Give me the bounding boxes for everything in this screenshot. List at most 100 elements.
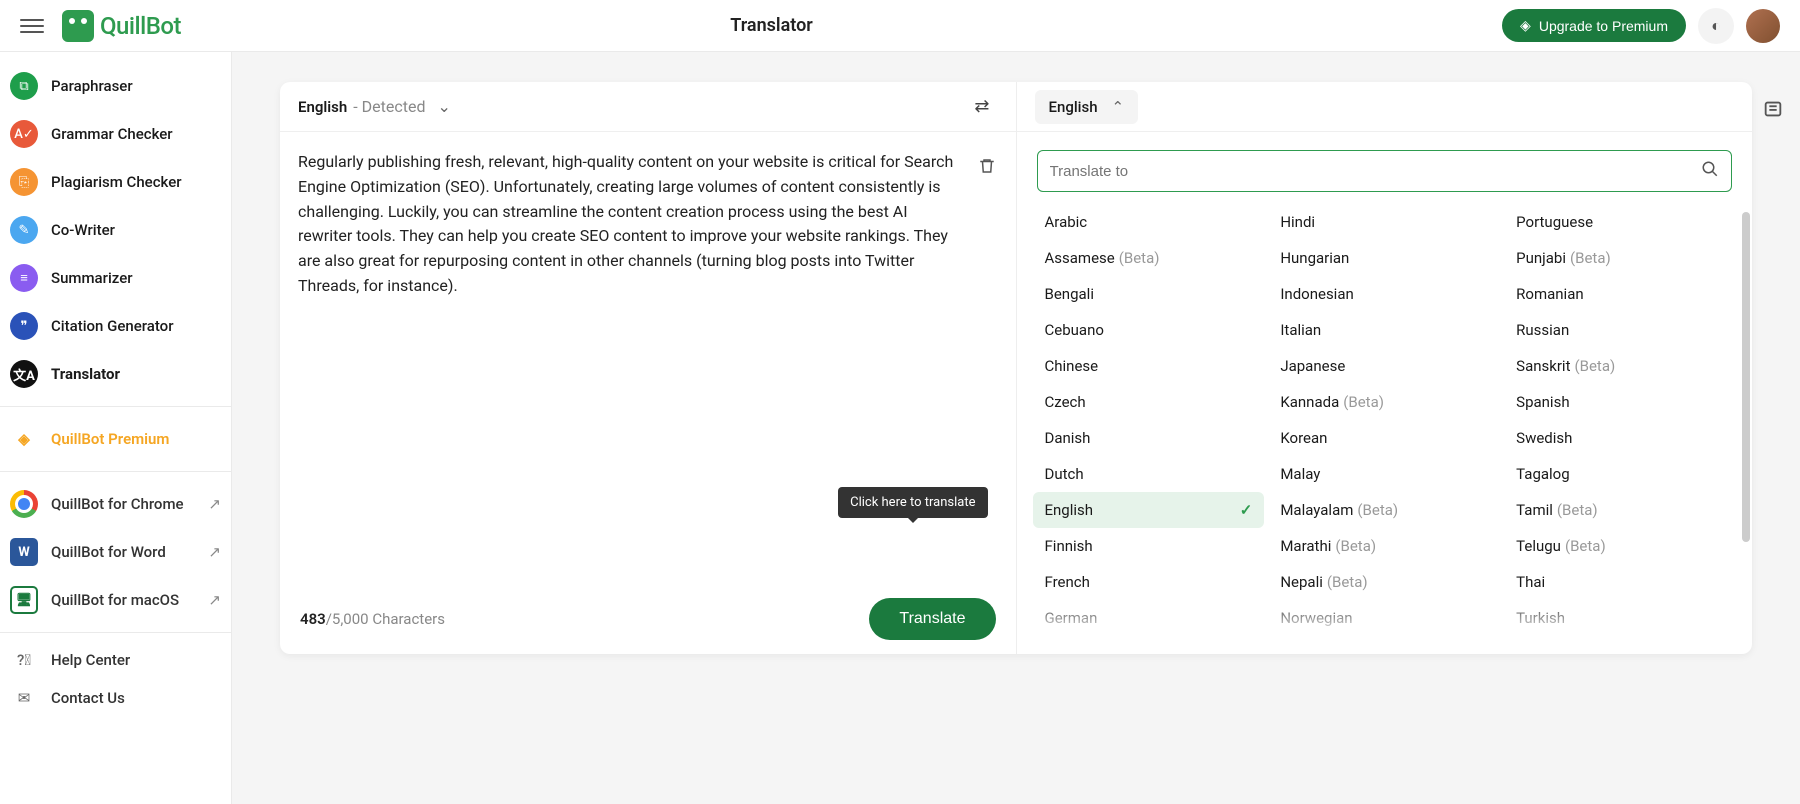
- swap-languages-button[interactable]: ⇄: [966, 88, 997, 125]
- check-icon: ✓: [1240, 501, 1253, 519]
- language-name: Korean: [1280, 429, 1327, 447]
- language-name: Kannada: [1280, 393, 1339, 411]
- language-name: Norwegian: [1280, 609, 1352, 627]
- sidebar-item-plagiarism[interactable]: ⎘Plagiarism Checker: [0, 158, 231, 206]
- sidebar: ⧉Paraphraser A✓Grammar Checker ⎘Plagiari…: [0, 52, 232, 804]
- language-option[interactable]: Bengali: [1033, 276, 1265, 312]
- sidebar-item-grammar[interactable]: A✓Grammar Checker: [0, 110, 231, 158]
- language-option[interactable]: Russian: [1504, 312, 1736, 348]
- sidebar-item-help[interactable]: ?⃝Help Center: [0, 641, 231, 679]
- language-option[interactable]: Marathi (Beta): [1268, 528, 1500, 564]
- language-option[interactable]: Nepali (Beta): [1268, 564, 1500, 600]
- source-lang-main: English: [298, 98, 347, 116]
- source-lang-selector[interactable]: English - Detected ⌄ ⇄: [280, 82, 1016, 132]
- language-option[interactable]: Romanian: [1504, 276, 1736, 312]
- language-name: Romanian: [1516, 285, 1584, 303]
- sidebar-item-label: Plagiarism Checker: [51, 173, 182, 191]
- language-option[interactable]: Swedish: [1504, 420, 1736, 456]
- language-option[interactable]: Thai: [1504, 564, 1736, 600]
- language-option[interactable]: English✓: [1033, 492, 1265, 528]
- language-option[interactable]: Tamil (Beta): [1504, 492, 1736, 528]
- avatar[interactable]: [1746, 9, 1780, 43]
- sidebar-item-cowriter[interactable]: ✎Co-Writer: [0, 206, 231, 254]
- sidebar-item-translator[interactable]: 文ATranslator: [0, 350, 231, 398]
- sidebar-item-word[interactable]: WQuillBot for Word↗: [0, 528, 231, 576]
- language-name: Danish: [1045, 429, 1091, 447]
- language-option[interactable]: Hindi: [1268, 204, 1500, 240]
- language-option[interactable]: Turkish: [1504, 600, 1736, 636]
- language-option[interactable]: German: [1033, 600, 1265, 636]
- sidebar-item-label: Paraphraser: [51, 77, 133, 95]
- diamond-icon: ◈: [1520, 17, 1531, 34]
- sidebar-item-premium[interactable]: ◈QuillBot Premium: [0, 415, 231, 463]
- target-pane: English ⌃ Arabic Hindi Portuguese Assamese …: [1017, 82, 1753, 654]
- language-option[interactable]: Tagalog: [1504, 456, 1736, 492]
- language-search-wrap: [1037, 150, 1733, 192]
- language-option[interactable]: Spanish: [1504, 384, 1736, 420]
- sidebar-item-macos[interactable]: 🖥QuillBot for macOS↗: [0, 576, 231, 624]
- language-option[interactable]: Czech: [1033, 384, 1265, 420]
- chrome-icon: [10, 490, 38, 518]
- language-option[interactable]: Indonesian: [1268, 276, 1500, 312]
- clear-text-button[interactable]: [972, 150, 1002, 187]
- language-option[interactable]: Italian: [1268, 312, 1500, 348]
- language-option[interactable]: Dutch: [1033, 456, 1265, 492]
- language-name: Malay: [1280, 465, 1320, 483]
- language-option[interactable]: Hungarian: [1268, 240, 1500, 276]
- language-name: Hindi: [1280, 213, 1315, 231]
- language-name: Tagalog: [1516, 465, 1570, 483]
- language-option[interactable]: Kannada (Beta): [1268, 384, 1500, 420]
- main-content: English - Detected ⌄ ⇄ Click here to tra…: [232, 52, 1800, 804]
- sidebar-item-paraphraser[interactable]: ⧉Paraphraser: [0, 62, 231, 110]
- language-option[interactable]: Malayalam (Beta): [1268, 492, 1500, 528]
- sidebar-item-label: Summarizer: [51, 269, 133, 287]
- language-option[interactable]: Japanese: [1268, 348, 1500, 384]
- dark-mode-toggle[interactable]: ◐: [1698, 8, 1734, 44]
- translate-button[interactable]: Translate: [869, 598, 995, 640]
- language-option[interactable]: Malay: [1268, 456, 1500, 492]
- language-name: Malayalam: [1280, 501, 1353, 519]
- language-name: Punjabi: [1516, 249, 1566, 267]
- sidebar-item-contact[interactable]: ✉Contact Us: [0, 679, 231, 717]
- language-option[interactable]: Cebuano: [1033, 312, 1265, 348]
- language-option[interactable]: Norwegian: [1268, 600, 1500, 636]
- language-name: Russian: [1516, 321, 1569, 339]
- language-option[interactable]: French: [1033, 564, 1265, 600]
- language-option[interactable]: Korean: [1268, 420, 1500, 456]
- language-name: Swedish: [1516, 429, 1572, 447]
- language-option[interactable]: Sanskrit (Beta): [1504, 348, 1736, 384]
- external-link-icon: ↗: [208, 495, 221, 513]
- beta-badge: (Beta): [1557, 501, 1598, 519]
- language-name: Turkish: [1516, 609, 1565, 627]
- language-option[interactable]: Chinese: [1033, 348, 1265, 384]
- language-name: Hungarian: [1280, 249, 1349, 267]
- language-option[interactable]: Assamese (Beta): [1033, 240, 1265, 276]
- source-text-input[interactable]: [298, 150, 998, 584]
- language-search-input[interactable]: [1050, 163, 1702, 180]
- language-option[interactable]: Portuguese: [1504, 204, 1736, 240]
- sidebar-item-summarizer[interactable]: ≡Summarizer: [0, 254, 231, 302]
- sidebar-item-citation[interactable]: ❞Citation Generator: [0, 302, 231, 350]
- sidebar-item-chrome[interactable]: QuillBot for Chrome ↗: [0, 480, 231, 528]
- language-option[interactable]: Punjabi (Beta): [1504, 240, 1736, 276]
- sidebar-item-label: Citation Generator: [51, 317, 174, 335]
- sidebar-item-label: QuillBot Premium: [51, 430, 169, 448]
- header-actions: ◈ Upgrade to Premium ◐: [1502, 8, 1780, 44]
- chevron-down-icon: ⌄: [437, 97, 450, 116]
- target-lang-selector[interactable]: English ⌃: [1035, 90, 1139, 124]
- word-icon: W: [10, 538, 38, 566]
- scrollbar-thumb[interactable]: [1742, 212, 1750, 542]
- beta-badge: (Beta): [1565, 537, 1606, 555]
- language-name: Japanese: [1280, 357, 1345, 375]
- upgrade-button[interactable]: ◈ Upgrade to Premium: [1502, 9, 1686, 42]
- character-count: 483/5,000 Characters: [300, 610, 445, 628]
- language-option[interactable]: Finnish: [1033, 528, 1265, 564]
- language-option[interactable]: Arabic: [1033, 204, 1265, 240]
- language-option[interactable]: Danish: [1033, 420, 1265, 456]
- sidebar-item-label: QuillBot for Chrome: [51, 495, 184, 513]
- beta-badge: (Beta): [1119, 249, 1160, 267]
- history-button[interactable]: [1756, 92, 1790, 130]
- scrollbar-track[interactable]: [1742, 212, 1750, 652]
- language-name: Indonesian: [1280, 285, 1353, 303]
- language-option[interactable]: Telugu (Beta): [1504, 528, 1736, 564]
